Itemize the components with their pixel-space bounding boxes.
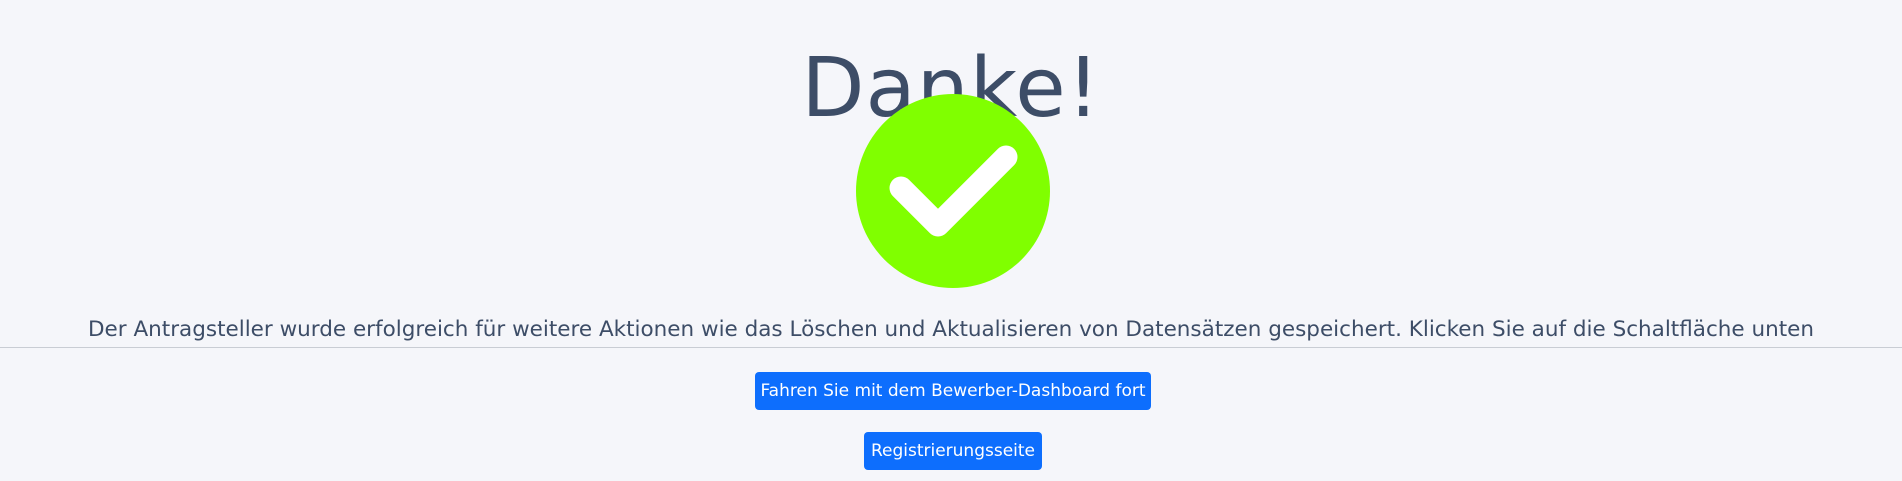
checkmark-circle-icon <box>856 94 1050 288</box>
success-message: Der Antragsteller wurde erfolgreich für … <box>87 316 1814 342</box>
registration-page-button[interactable]: Registrierungsseite <box>864 432 1042 470</box>
continue-dashboard-button[interactable]: Fahren Sie mit dem Bewerber-Dashboard fo… <box>755 372 1151 410</box>
thank-you-page: Danke! Der Antragsteller wurde erfolgrei… <box>0 0 1902 481</box>
divider <box>0 347 1902 348</box>
